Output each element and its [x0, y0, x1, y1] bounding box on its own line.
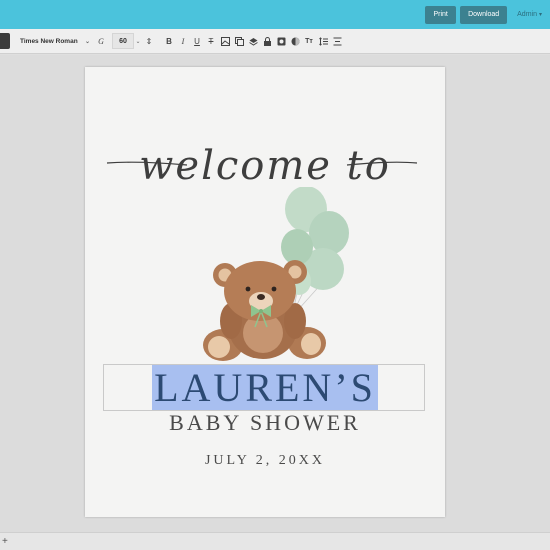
text-toolbar: Times New Roman ⌄ G 60 ⌄ ⇕ B I U T Tт: [0, 29, 550, 54]
line-height-icon[interactable]: ⇕: [142, 33, 156, 49]
chevron-down-icon: ⌄: [84, 38, 90, 45]
design-page[interactable]: welcome to LAUREN’S BABY SHOWER JULY 2, …: [85, 67, 445, 517]
script-heading-text: welcome to: [139, 143, 391, 189]
duplicate-icon[interactable]: [232, 33, 246, 49]
layers-icon[interactable]: [246, 33, 260, 49]
font-size-value: 60: [119, 37, 127, 45]
canvas-workspace[interactable]: welcome to LAUREN’S BABY SHOWER JULY 2, …: [0, 55, 550, 532]
italic-icon[interactable]: I: [176, 33, 190, 49]
subtitle-text[interactable]: BABY SHOWER: [85, 410, 445, 436]
strikethrough-icon[interactable]: T: [204, 33, 218, 49]
spacing-icon[interactable]: [316, 33, 330, 49]
name-text[interactable]: LAUREN’S: [85, 365, 445, 410]
chevron-down-icon: ▾: [538, 12, 542, 18]
bold-icon[interactable]: B: [162, 33, 176, 49]
balloon: [309, 211, 349, 255]
balloon: [281, 229, 313, 265]
font-family-value: Times New Roman: [20, 37, 78, 45]
text-transform-icon[interactable]: Tт: [302, 33, 316, 49]
user-menu[interactable]: Admin ▾: [517, 11, 542, 18]
image-icon[interactable]: [218, 33, 232, 49]
zoom-in-button[interactable]: +: [2, 536, 8, 547]
print-button[interactable]: Print: [425, 5, 457, 24]
align-icon[interactable]: [330, 33, 344, 49]
chevron-down-icon[interactable]: ⌄: [134, 38, 142, 45]
date-text[interactable]: JULY 2, 20XX: [85, 453, 445, 469]
top-bar: Print Download Admin ▾: [0, 0, 550, 29]
name-text-selected[interactable]: LAUREN’S: [152, 365, 378, 410]
font-icon[interactable]: G: [94, 33, 108, 49]
underline-icon[interactable]: U: [190, 33, 204, 49]
mask-icon[interactable]: [274, 33, 288, 49]
font-size-input[interactable]: 60: [112, 33, 134, 49]
teddy-bear-illustration[interactable]: [195, 187, 355, 367]
color-icon[interactable]: [288, 33, 302, 49]
sidebar-toggle[interactable]: [0, 33, 10, 49]
font-family-select[interactable]: Times New Roman ⌄: [16, 33, 94, 49]
download-button[interactable]: Download: [460, 5, 508, 24]
bottom-bar: +: [0, 532, 550, 550]
lock-icon[interactable]: [260, 33, 274, 49]
user-menu-label: Admin: [517, 11, 537, 18]
